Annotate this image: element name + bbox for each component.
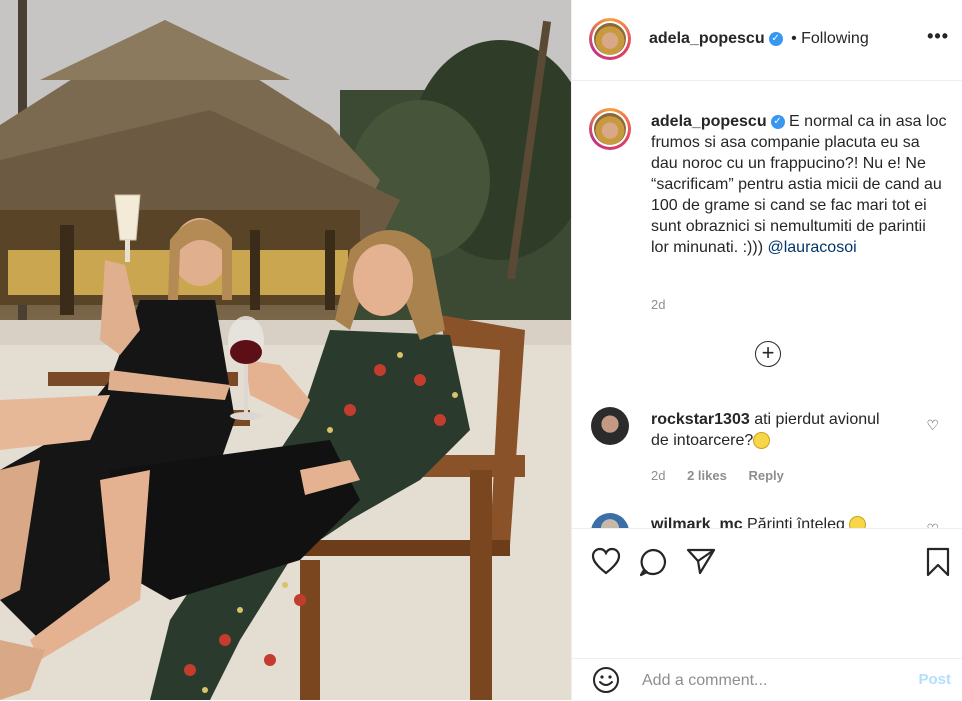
post-photo[interactable] bbox=[0, 0, 571, 700]
verified-badge-icon: ✓ bbox=[770, 114, 785, 129]
add-comment-input[interactable] bbox=[640, 669, 914, 693]
caption: adela_popescu ✓ E normal ca in asa loc fr… bbox=[651, 111, 947, 258]
share-send-icon[interactable] bbox=[686, 547, 716, 575]
header-user-line: adela_popescu ✓ • Following bbox=[649, 30, 869, 48]
action-bar bbox=[572, 528, 962, 659]
comment-like-heart-icon[interactable]: ♡ bbox=[926, 521, 939, 528]
avatar-image bbox=[594, 23, 626, 55]
more-options-icon[interactable]: ••• bbox=[927, 26, 949, 47]
caption-mention-link[interactable]: @lauracosoi bbox=[767, 239, 856, 256]
post-comment-button[interactable]: Post bbox=[918, 671, 951, 688]
comment-item: rockstar1303 ati pierdut avionul de into… bbox=[651, 409, 901, 451]
comment-meta: 2d 2 likes Reply bbox=[651, 468, 802, 483]
caption-timestamp[interactable]: 2d bbox=[651, 297, 665, 312]
commenter-avatar[interactable] bbox=[591, 407, 629, 445]
author-avatar[interactable] bbox=[589, 18, 631, 60]
add-comment-bar: Post bbox=[572, 658, 962, 701]
caption-avatar[interactable] bbox=[589, 108, 631, 150]
avatar-image bbox=[594, 113, 626, 145]
caption-text: E normal ca in asa loc frumos si asa com… bbox=[651, 113, 947, 256]
header-separator: • bbox=[791, 30, 797, 47]
like-heart-icon[interactable] bbox=[591, 547, 621, 575]
save-bookmark-icon[interactable] bbox=[925, 547, 951, 577]
comment-username[interactable]: wilmark_mc bbox=[651, 516, 743, 528]
comment-text: Părinți înțeleg bbox=[742, 516, 845, 528]
emoji-picker-icon[interactable] bbox=[591, 665, 621, 695]
beach-photo-illustration bbox=[0, 0, 571, 700]
comment-item: wilmark_mc Părinți înțeleg bbox=[651, 514, 901, 528]
comment-reply-button[interactable]: Reply bbox=[748, 468, 783, 483]
comment-like-heart-icon[interactable]: ♡ bbox=[926, 417, 939, 434]
caption-username[interactable]: adela_popescu bbox=[651, 113, 767, 130]
commenter-avatar[interactable] bbox=[591, 513, 629, 528]
verified-badge-icon: ✓ bbox=[768, 31, 783, 46]
post-header: adela_popescu ✓ • Following ••• bbox=[572, 0, 962, 81]
post-side-panel: adela_popescu ✓ • Following ••• adela_pop… bbox=[571, 0, 962, 700]
emoji-icon bbox=[753, 432, 771, 450]
emoji-icon bbox=[849, 516, 867, 528]
load-more-comments-icon[interactable]: + bbox=[755, 341, 781, 367]
comments-section[interactable]: adela_popescu ✓ E normal ca in asa loc fr… bbox=[572, 81, 962, 528]
comment-bubble-icon[interactable] bbox=[638, 547, 668, 577]
header-username[interactable]: adela_popescu bbox=[649, 30, 765, 47]
following-button[interactable]: Following bbox=[801, 30, 869, 47]
instagram-post-view: adela_popescu ✓ • Following ••• adela_pop… bbox=[0, 0, 962, 700]
comment-likes-link[interactable]: 2 likes bbox=[687, 468, 727, 483]
comment-timestamp[interactable]: 2d bbox=[651, 468, 665, 483]
comment-username[interactable]: rockstar1303 bbox=[651, 411, 750, 428]
